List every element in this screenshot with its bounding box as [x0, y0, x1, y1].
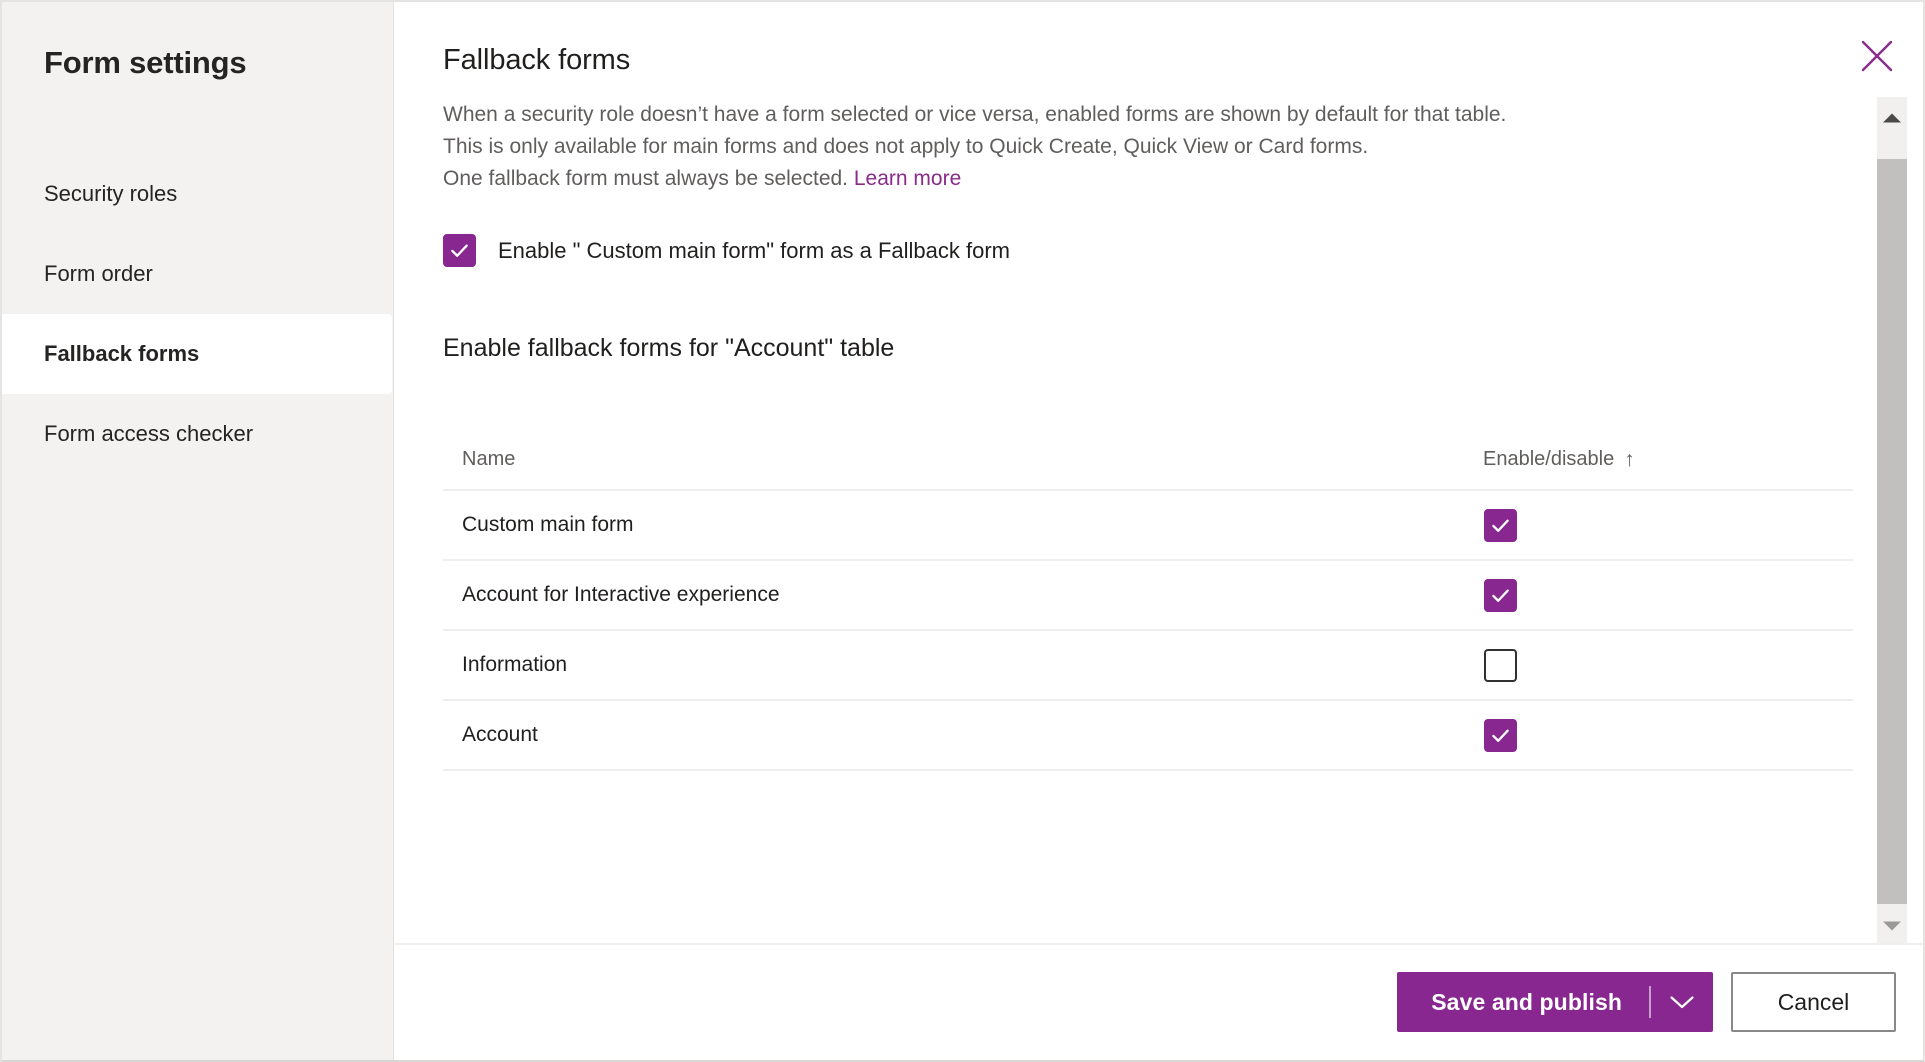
learn-more-link[interactable]: Learn more [854, 167, 961, 190]
table-cell-name: Custom main form [462, 513, 1483, 537]
form-settings-dialog: Form settings Security roles Form order … [0, 0, 1925, 1062]
enable-fallback-checkbox-label: Enable " Custom main form" form as a Fal… [498, 238, 1010, 264]
panel-description: When a security role doesn’t have a form… [443, 99, 1881, 195]
scroll-body: Enable " Custom main form" form as a Fal… [395, 217, 1923, 943]
table-row[interactable]: Custom main form [443, 491, 1853, 561]
caret-down-icon[interactable] [1877, 905, 1907, 947]
sidebar-item-label: Form access checker [44, 421, 253, 447]
table-cell-name: Account for Interactive experience [462, 583, 1483, 607]
table-cell-enable [1483, 649, 1853, 682]
table-row[interactable]: Information [443, 631, 1853, 701]
row-enable-checkbox[interactable] [1484, 719, 1517, 752]
cancel-button[interactable]: Cancel [1731, 972, 1896, 1032]
table-row[interactable]: Account [443, 701, 1853, 771]
description-line-1: When a security role doesn’t have a form… [443, 99, 1881, 131]
description-line-3-wrap: One fallback form must always be selecte… [443, 163, 1881, 195]
page-title: Form settings [44, 44, 246, 81]
table-row[interactable]: Account for Interactive experience [443, 561, 1853, 631]
table-cell-name: Account [462, 723, 1483, 747]
row-enable-checkbox[interactable] [1484, 509, 1517, 542]
row-enable-checkbox[interactable] [1484, 579, 1517, 612]
close-icon[interactable] [1853, 32, 1901, 80]
footer-actions: Save and publish Cancel [1397, 972, 1896, 1032]
table-cell-name-label: Information [462, 653, 567, 676]
sidebar: Form settings Security roles Form order … [2, 2, 394, 1060]
column-header-name[interactable]: Name [462, 448, 1483, 471]
sidebar-item-label: Security roles [44, 181, 177, 207]
sidebar-nav: Security roles Form order Fallback forms… [2, 154, 394, 474]
sidebar-item-form-access-checker[interactable]: Form access checker [2, 394, 394, 474]
sort-ascending-icon: ↑ [1624, 449, 1635, 470]
section-heading: Enable fallback forms for "Account" tabl… [443, 334, 894, 363]
dialog-footer: Save and publish Cancel [395, 943, 1923, 1060]
table-cell-name-label: Account [462, 723, 538, 746]
panel-header: Fallback forms When a security role does… [395, 2, 1923, 217]
table-cell-name: Information [462, 653, 1483, 677]
column-header-name-cell: Name [462, 448, 1483, 471]
enable-fallback-checkbox-row[interactable]: Enable " Custom main form" form as a Fal… [443, 234, 1010, 267]
save-and-publish-split-button[interactable]: Save and publish [1397, 972, 1713, 1032]
column-header-enable-disable-label: Enable/disable [1483, 448, 1614, 471]
table-cell-name-label: Account for Interactive experience [462, 583, 780, 606]
sidebar-item-label: Fallback forms [44, 341, 199, 367]
sidebar-item-fallback-forms[interactable]: Fallback forms [2, 314, 392, 394]
panel-title: Fallback forms [443, 44, 630, 77]
enable-fallback-checkbox[interactable] [443, 234, 476, 267]
description-line-3: One fallback form must always be selecte… [443, 167, 848, 190]
column-header-enable-disable[interactable]: Enable/disable ↑ [1483, 448, 1635, 471]
table-cell-enable [1483, 719, 1853, 752]
row-enable-checkbox[interactable] [1484, 649, 1517, 682]
chevron-down-icon[interactable] [1651, 972, 1713, 1032]
save-and-publish-button[interactable]: Save and publish [1397, 972, 1649, 1032]
description-line-2: This is only available for main forms an… [443, 131, 1881, 163]
table-cell-enable [1483, 579, 1853, 612]
table-cell-enable [1483, 509, 1853, 542]
sidebar-item-label: Form order [44, 261, 153, 287]
column-header-enable-cell: Enable/disable ↑ [1483, 448, 1853, 471]
table-cell-name-label: Custom main form [462, 513, 634, 536]
table-header-row: Name Enable/disable ↑ [443, 429, 1853, 491]
scrollbar-thumb[interactable] [1877, 159, 1907, 904]
column-header-name-label: Name [462, 448, 515, 471]
content-panel: Fallback forms When a security role does… [395, 2, 1923, 1060]
fallback-forms-table: Name Enable/disable ↑ Custom main form [443, 429, 1853, 771]
sidebar-item-security-roles[interactable]: Security roles [2, 154, 394, 234]
vertical-scrollbar[interactable] [1877, 97, 1907, 947]
caret-up-icon[interactable] [1877, 97, 1907, 139]
sidebar-item-form-order[interactable]: Form order [2, 234, 394, 314]
